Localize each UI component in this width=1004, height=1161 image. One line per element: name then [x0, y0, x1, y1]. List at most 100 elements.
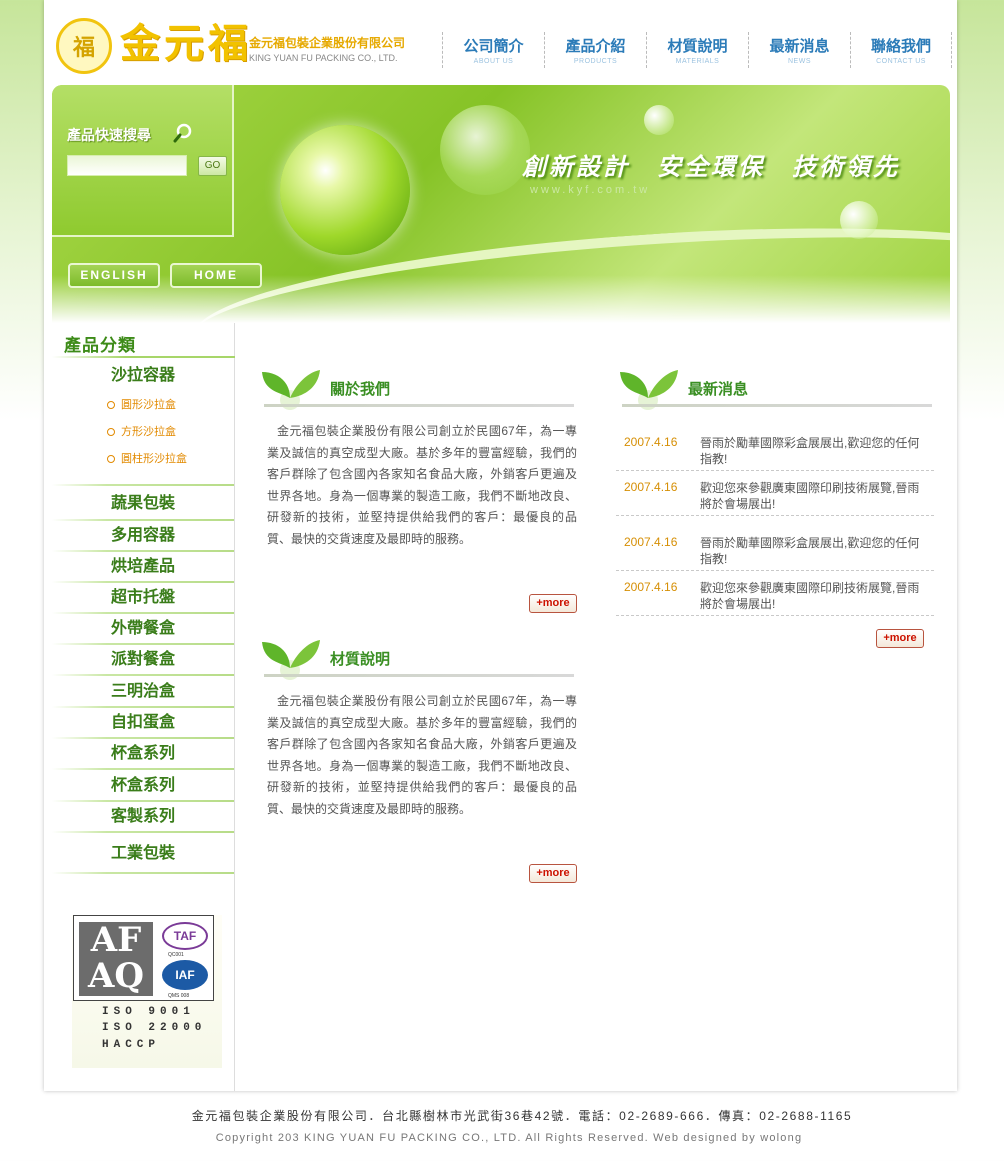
- taf-logo: TAF: [162, 922, 208, 950]
- subcategory-round-salad-box[interactable]: 圓形沙拉盒: [107, 396, 176, 412]
- nav-contact-label: 聯絡我們: [870, 38, 931, 55]
- afaq-logo: AF AQ: [79, 922, 153, 996]
- iaf-logo: IAF: [162, 960, 208, 990]
- nav-materials-sub: MATERIALS: [675, 58, 720, 65]
- leaf-icon: [620, 370, 678, 410]
- cert-haccp: HACCP: [102, 1039, 161, 1051]
- home-button[interactable]: HOME: [170, 263, 262, 288]
- search-panel: 產品快速搜尋 GO: [52, 85, 234, 237]
- news-more-button[interactable]: +more: [876, 629, 924, 648]
- page-container: 福 金元福 金元福包裝企業股份有限公司 KING YUAN FU PACKING…: [44, 0, 957, 1091]
- category-item[interactable]: 蔬果包裝: [52, 488, 234, 518]
- news-date: 2007.4.16: [624, 480, 678, 494]
- subcategory-label: 圓形沙拉盒: [121, 399, 176, 411]
- footer-copyright: Copyright 203 KING YUAN FU PACKING CO., …: [215, 1132, 803, 1144]
- category-item[interactable]: 烘培產品: [52, 551, 234, 581]
- category-item[interactable]: 派對餐盒: [52, 644, 234, 674]
- cert-iso22000: ISO 22000: [102, 1022, 207, 1034]
- category-divider: [52, 484, 234, 486]
- subcategory-label: 方形沙拉盒: [121, 426, 176, 438]
- news-date: 2007.4.16: [624, 580, 678, 594]
- banner-slogan: 創新設計 安全環保 技術領先: [522, 152, 900, 181]
- news-item[interactable]: 2007.4.16 歡迎您來參觀廣東國際印刷技術展覽,晉雨將於會場展出!: [616, 580, 934, 616]
- category-item[interactable]: 客製系列: [52, 801, 234, 831]
- news-headline: 晉雨於勵華國際彩盒展展出,歡迎您的任何指教!: [700, 436, 920, 466]
- logo-wordmark[interactable]: 金元福: [120, 18, 252, 70]
- category-divider: [52, 831, 234, 833]
- company-name-cn: 金元福包裝企業股份有限公司: [249, 36, 406, 50]
- banner-globe-image: [280, 125, 410, 255]
- nav-products-sub: PRODUCTS: [573, 58, 618, 65]
- hero-banner: 創新設計 安全環保 技術領先 www.kyf.com.tw 產品快速搜尋 GO …: [52, 85, 950, 323]
- section-divider: [622, 404, 932, 407]
- english-button[interactable]: ENGLISH: [68, 263, 160, 288]
- sidebar-divider: [52, 356, 235, 358]
- nav-news-sub: NEWS: [788, 58, 811, 65]
- bullet-icon: [107, 428, 115, 436]
- search-go-button[interactable]: GO: [198, 156, 227, 176]
- taf-code: QC001: [168, 952, 184, 958]
- subcategory-label: 圓柱形沙拉盒: [121, 453, 187, 465]
- news-item[interactable]: 2007.4.16 歡迎您來參觀廣東國際印刷技術展覽,晉雨將於會場展出!: [616, 480, 934, 516]
- category-item[interactable]: 多用容器: [52, 520, 234, 550]
- news-date: 2007.4.16: [624, 435, 678, 449]
- logo-emblem-icon[interactable]: 福: [56, 18, 112, 74]
- category-item[interactable]: 三明治盒: [52, 676, 234, 706]
- category-item[interactable]: 杯盒系列: [52, 770, 234, 800]
- nav-about-label: 公司簡介: [463, 38, 524, 55]
- nav-about-sub: ABOUT US: [473, 58, 514, 65]
- nav-products-label: 產品介紹: [565, 38, 626, 55]
- banner-url: www.kyf.com.tw: [530, 184, 651, 196]
- banner-bubble: [840, 201, 878, 239]
- leaf-icon: [262, 370, 320, 410]
- category-item[interactable]: 外帶餐盒: [52, 613, 234, 643]
- about-body: 金元福包裝企業股份有限公司創立於民國67年，為一專業及誠信的真空成型大廠。基於多…: [267, 424, 577, 546]
- cert-iso9001: ISO 9001: [102, 1006, 195, 1018]
- search-title: 產品快速搜尋: [67, 127, 151, 143]
- news-headline: 晉雨於勵華國際彩盒展展出,歡迎您的任何指教!: [700, 536, 920, 566]
- materials-title: 材質說明: [330, 651, 391, 668]
- category-salad-containers[interactable]: 沙拉容器: [52, 360, 234, 390]
- news-item[interactable]: 2007.4.16 晉雨於勵華國際彩盒展展出,歡迎您的任何指教!: [616, 535, 934, 571]
- nav-contact-sub: CONTACT US: [876, 58, 926, 65]
- company-name-en: KING YUAN FU PACKING CO., LTD.: [249, 53, 398, 63]
- section-divider: [264, 404, 574, 407]
- top-navigation: 公司簡介 ABOUT US 產品介紹 PRODUCTS 材質說明 MATERIA…: [442, 32, 952, 68]
- materials-more-button[interactable]: +more: [529, 864, 577, 883]
- section-divider: [264, 674, 574, 677]
- nav-materials-label: 材質說明: [667, 38, 728, 55]
- about-more-button[interactable]: +more: [529, 594, 577, 613]
- nav-about[interactable]: 公司簡介 ABOUT US: [442, 32, 544, 68]
- news-headline: 歡迎您來參觀廣東國際印刷技術展覽,晉雨將於會場展出!: [700, 481, 920, 511]
- nav-materials[interactable]: 材質說明 MATERIALS: [646, 32, 748, 68]
- about-title: 關於我們: [330, 381, 391, 398]
- category-item[interactable]: 工業包裝: [52, 838, 234, 868]
- iaf-code: QMS 008: [168, 993, 190, 999]
- subcategory-square-salad-box[interactable]: 方形沙拉盒: [107, 423, 176, 439]
- certification-logos: AF AQ TAF QC001 IAF QMS 008: [73, 915, 214, 1001]
- sidebar-title: 產品分類: [64, 336, 136, 355]
- nav-contact[interactable]: 聯絡我們 CONTACT US: [850, 32, 952, 68]
- news-date: 2007.4.16: [624, 535, 678, 549]
- search-input[interactable]: [67, 155, 187, 176]
- bullet-icon: [107, 401, 115, 409]
- category-item[interactable]: 自扣蛋盒: [52, 707, 234, 737]
- news-headline: 歡迎您來參觀廣東國際印刷技術展覽,晉雨將於會場展出!: [700, 581, 920, 611]
- materials-body: 金元福包裝企業股份有限公司創立於民國67年，為一專業及誠信的真空成型大廠。基於多…: [267, 694, 577, 816]
- certification-panel: AF AQ TAF QC001 IAF QMS 008 ISO 9001 ISO…: [72, 915, 222, 1068]
- leaf-icon: [262, 640, 320, 680]
- banner-bubble-large: [440, 105, 530, 195]
- nav-news[interactable]: 最新消息 NEWS: [748, 32, 850, 68]
- bullet-icon: [107, 455, 115, 463]
- nav-news-label: 最新消息: [769, 38, 830, 55]
- category-item[interactable]: 超市托盤: [52, 582, 234, 612]
- category-divider: [52, 872, 234, 874]
- category-item[interactable]: 杯盒系列: [52, 738, 234, 768]
- banner-bubble: [644, 105, 674, 135]
- subcategory-cylinder-salad-box[interactable]: 圓柱形沙拉盒: [107, 450, 187, 466]
- product-category-sidebar: 產品分類 沙拉容器 圓形沙拉盒 方形沙拉盒 圓柱形沙拉盒 蔬果包裝 多用容器 烘…: [52, 323, 235, 1091]
- footer-address: 金元福包裝企業股份有限公司．台北縣樹林市光武街36巷42號．電話：02-2689…: [191, 1109, 853, 1123]
- news-item[interactable]: 2007.4.16 晉雨於勵華國際彩盒展展出,歡迎您的任何指教!: [616, 435, 934, 471]
- nav-products[interactable]: 產品介紹 PRODUCTS: [544, 32, 646, 68]
- news-title: 最新消息: [688, 381, 749, 398]
